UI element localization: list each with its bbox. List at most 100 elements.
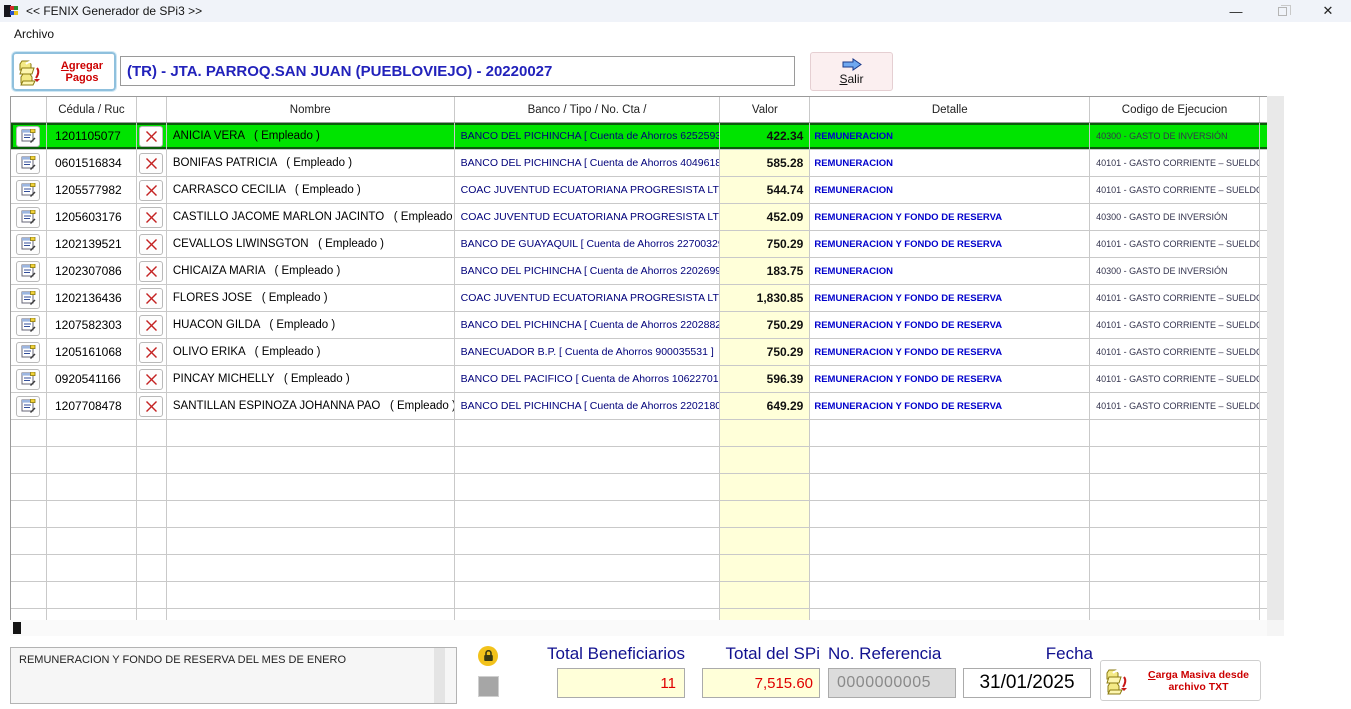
delete-row-button[interactable] [139, 369, 163, 390]
status-square [478, 676, 499, 697]
column-header-cedula: Cédula / Ruc [47, 97, 137, 122]
cell-valor: 750.29 [720, 231, 810, 257]
descripcion-scrollbar[interactable] [434, 648, 445, 703]
horizontal-scrollbar[interactable] [10, 620, 1267, 636]
table-row[interactable]: 1207582303HUACON GILDA ( Empleado )BANCO… [11, 312, 1267, 339]
cell-edit [11, 231, 47, 257]
horizontal-scrollbar-thumb[interactable] [13, 622, 21, 634]
delete-row-button[interactable] [139, 234, 163, 255]
empty-table-row [11, 528, 1267, 555]
cell-banco: BANCO DEL PICHINCHA [ Cuenta de Ahorros … [455, 150, 721, 176]
cell-cedula: 1201105077 [47, 123, 137, 149]
table-row[interactable]: 1207708478SANTILLAN ESPINOZA JOHANNA PAO… [11, 393, 1267, 420]
cell-codigo: 40300 - GASTO DE INVERSIÓN [1090, 123, 1260, 149]
salir-button[interactable]: Salir [810, 52, 893, 91]
cell-banco [455, 609, 721, 620]
cell-edit [11, 123, 47, 149]
delete-row-button[interactable] [139, 261, 163, 282]
minimize-button[interactable]: — [1213, 0, 1259, 22]
delete-icon [145, 211, 158, 224]
carga-masiva-button[interactable]: Carga Masiva desde archivo TXT [1100, 660, 1261, 701]
scrollbar-corner [1267, 620, 1284, 636]
lock-icon[interactable] [478, 646, 498, 666]
cell-codigo [1090, 609, 1260, 620]
edit-row-button[interactable] [16, 153, 40, 174]
total-spi-label: Total del SPi [690, 644, 820, 664]
referencia-label: No. Referencia [828, 644, 978, 664]
cell-banco: COAC JUVENTUD ECUATORIANA PROGRESISTA LT… [455, 204, 721, 230]
edit-row-button[interactable] [16, 126, 40, 147]
descripcion-textarea[interactable]: REMUNERACION Y FONDO DE RESERVA DEL MES … [10, 647, 457, 704]
table-row[interactable]: 1202139521CEVALLOS LIWINSGTON ( Empleado… [11, 231, 1267, 258]
cell-detalle [810, 447, 1090, 473]
edit-row-button[interactable] [16, 261, 40, 282]
cell-nombre: BONIFAS PATRICIA ( Empleado ) [167, 150, 455, 176]
cell-detalle: REMUNERACION [810, 258, 1090, 284]
delete-row-button[interactable] [139, 342, 163, 363]
column-header-nombre: Nombre [167, 97, 455, 122]
table-row[interactable]: 0920541166PINCAY MICHELLY ( Empleado )BA… [11, 366, 1267, 393]
edit-row-button[interactable] [16, 234, 40, 255]
add-payments-folders-icon [18, 58, 50, 86]
delete-row-button[interactable] [139, 315, 163, 336]
edit-icon [21, 210, 36, 224]
cell-sliver [1260, 501, 1267, 527]
vertical-scrollbar[interactable] [1267, 96, 1284, 620]
cell-del [137, 231, 167, 257]
edit-row-button[interactable] [16, 342, 40, 363]
cell-nombre: FLORES JOSE ( Empleado ) [167, 285, 455, 311]
cell-cedula [47, 582, 137, 608]
edit-icon [21, 183, 36, 197]
table-row-selected[interactable]: 1201105077ANICIA VERA ( Empleado )BANCO … [11, 123, 1267, 150]
delete-icon [145, 238, 158, 251]
cell-edit [11, 474, 47, 500]
edit-row-button[interactable] [16, 180, 40, 201]
edit-row-button[interactable] [16, 207, 40, 228]
edit-icon [21, 318, 36, 332]
cell-del [137, 609, 167, 620]
cell-edit [11, 393, 47, 419]
cell-valor: 649.29 [720, 393, 810, 419]
delete-row-button[interactable] [139, 396, 163, 417]
column-header-banco: Banco / Tipo / No. Cta / [455, 97, 721, 122]
column-header-detalle: Detalle [810, 97, 1090, 122]
table-row[interactable]: 1205161068OLIVO ERIKA ( Empleado )BANECU… [11, 339, 1267, 366]
cell-sliver [1260, 528, 1267, 554]
payments-grid: Cédula / Ruc NombreBanco / Tipo / No. Cta… [10, 96, 1267, 620]
column-header-sliver [1260, 97, 1267, 122]
delete-row-button[interactable] [139, 126, 163, 147]
cell-del [137, 123, 167, 149]
cell-del [137, 150, 167, 176]
delete-row-button[interactable] [139, 288, 163, 309]
edit-row-button[interactable] [16, 288, 40, 309]
app-icon [4, 3, 20, 19]
cell-sliver [1260, 258, 1267, 284]
column-header-codigo: Codigo de Ejecucion [1090, 97, 1260, 122]
delete-row-button[interactable] [139, 207, 163, 228]
edit-row-button[interactable] [16, 315, 40, 336]
carga-label-line2: archivo TXT [1168, 681, 1228, 693]
cell-edit [11, 420, 47, 446]
table-row[interactable]: 1202307086CHICAIZA MARIA ( Empleado )BAN… [11, 258, 1267, 285]
entity-field[interactable] [120, 56, 795, 86]
delete-row-button[interactable] [139, 180, 163, 201]
edit-row-button[interactable] [16, 396, 40, 417]
cell-cedula [47, 501, 137, 527]
table-row[interactable]: 1205603176CASTILLO JACOME MARLON JACINTO… [11, 204, 1267, 231]
close-button[interactable]: ✕ [1305, 0, 1351, 22]
delete-row-button[interactable] [139, 153, 163, 174]
table-row[interactable]: 1205577982CARRASCO CECILIA ( Empleado )C… [11, 177, 1267, 204]
maximize-button[interactable] [1259, 0, 1305, 22]
table-row[interactable]: 1202136436FLORES JOSE ( Empleado )COAC J… [11, 285, 1267, 312]
edit-row-button[interactable] [16, 369, 40, 390]
table-row[interactable]: 0601516834BONIFAS PATRICIA ( Empleado )B… [11, 150, 1267, 177]
cell-detalle: REMUNERACION Y FONDO DE RESERVA [810, 393, 1090, 419]
menu-archivo[interactable]: Archivo [10, 25, 58, 43]
cell-valor [720, 555, 810, 581]
agregar-pagos-button[interactable]: Agregar Pagos [12, 52, 116, 91]
cell-codigo: 40101 - GASTO CORRIENTE – SUELDOS [1090, 366, 1260, 392]
cell-del [137, 312, 167, 338]
carga-label-line1: Carga Masiva desde [1148, 669, 1249, 681]
fecha-field[interactable] [963, 668, 1091, 698]
cell-valor [720, 582, 810, 608]
